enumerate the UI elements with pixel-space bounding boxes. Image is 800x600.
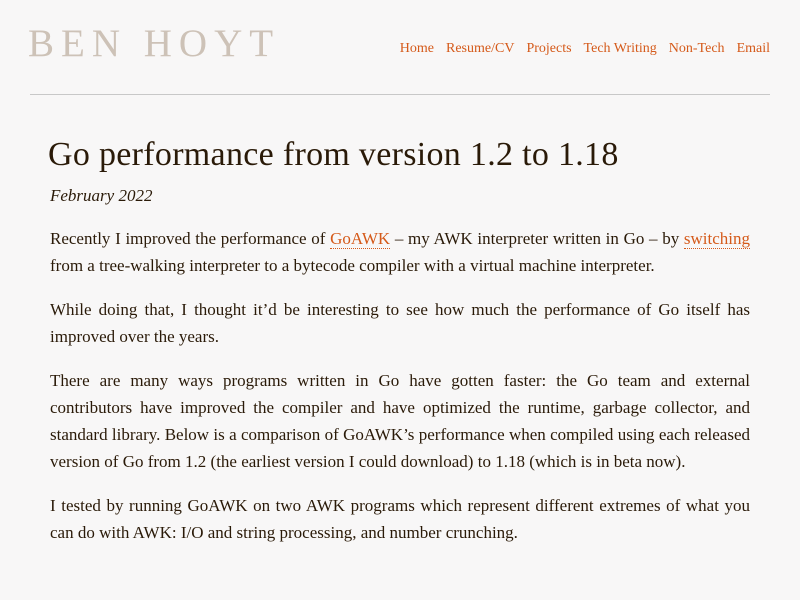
main-nav: Home Resume/CV Projects Tech Writing Non…: [400, 40, 770, 58]
nav-item-resume[interactable]: Resume/CV: [446, 40, 514, 58]
page: BEN HOYT Home Resume/CV Projects Tech Wr…: [0, 0, 800, 600]
nav-item-email[interactable]: Email: [737, 40, 770, 58]
nav-item-home[interactable]: Home: [400, 40, 434, 58]
switching-link[interactable]: switching: [683, 229, 750, 249]
nav-item-tech-writing[interactable]: Tech Writing: [584, 40, 657, 58]
paragraph-intro: Recently I improved the performance of G…: [50, 225, 750, 279]
paragraph-2: While doing that, I thought it’d be inte…: [50, 300, 750, 346]
site-header: BEN HOYT Home Resume/CV Projects Tech Wr…: [28, 0, 770, 95]
paragraph-3: There are many ways programs written in …: [50, 371, 750, 471]
nav-item-projects[interactable]: Projects: [526, 40, 571, 58]
paragraph-4: I tested by running GoAWK on two AWK pro…: [50, 496, 750, 542]
article-date: February 2022: [50, 186, 153, 205]
paragraph-intro-text-3: from a tree-walking interpreter to a byt…: [50, 256, 655, 275]
paragraph-intro-text-2: – my AWK interpreter written in Go – by: [390, 229, 684, 248]
nav-item-non-tech[interactable]: Non-Tech: [669, 40, 725, 58]
goawk-link[interactable]: GoAWK: [330, 229, 391, 249]
site-title-link[interactable]: BEN HOYT: [28, 24, 280, 63]
article: Go performance from version 1.2 to 1.18 …: [48, 130, 750, 546]
article-title: Go performance from version 1.2 to 1.18: [48, 136, 619, 173]
paragraph-intro-text-1: Recently I improved the performance of: [50, 229, 331, 248]
